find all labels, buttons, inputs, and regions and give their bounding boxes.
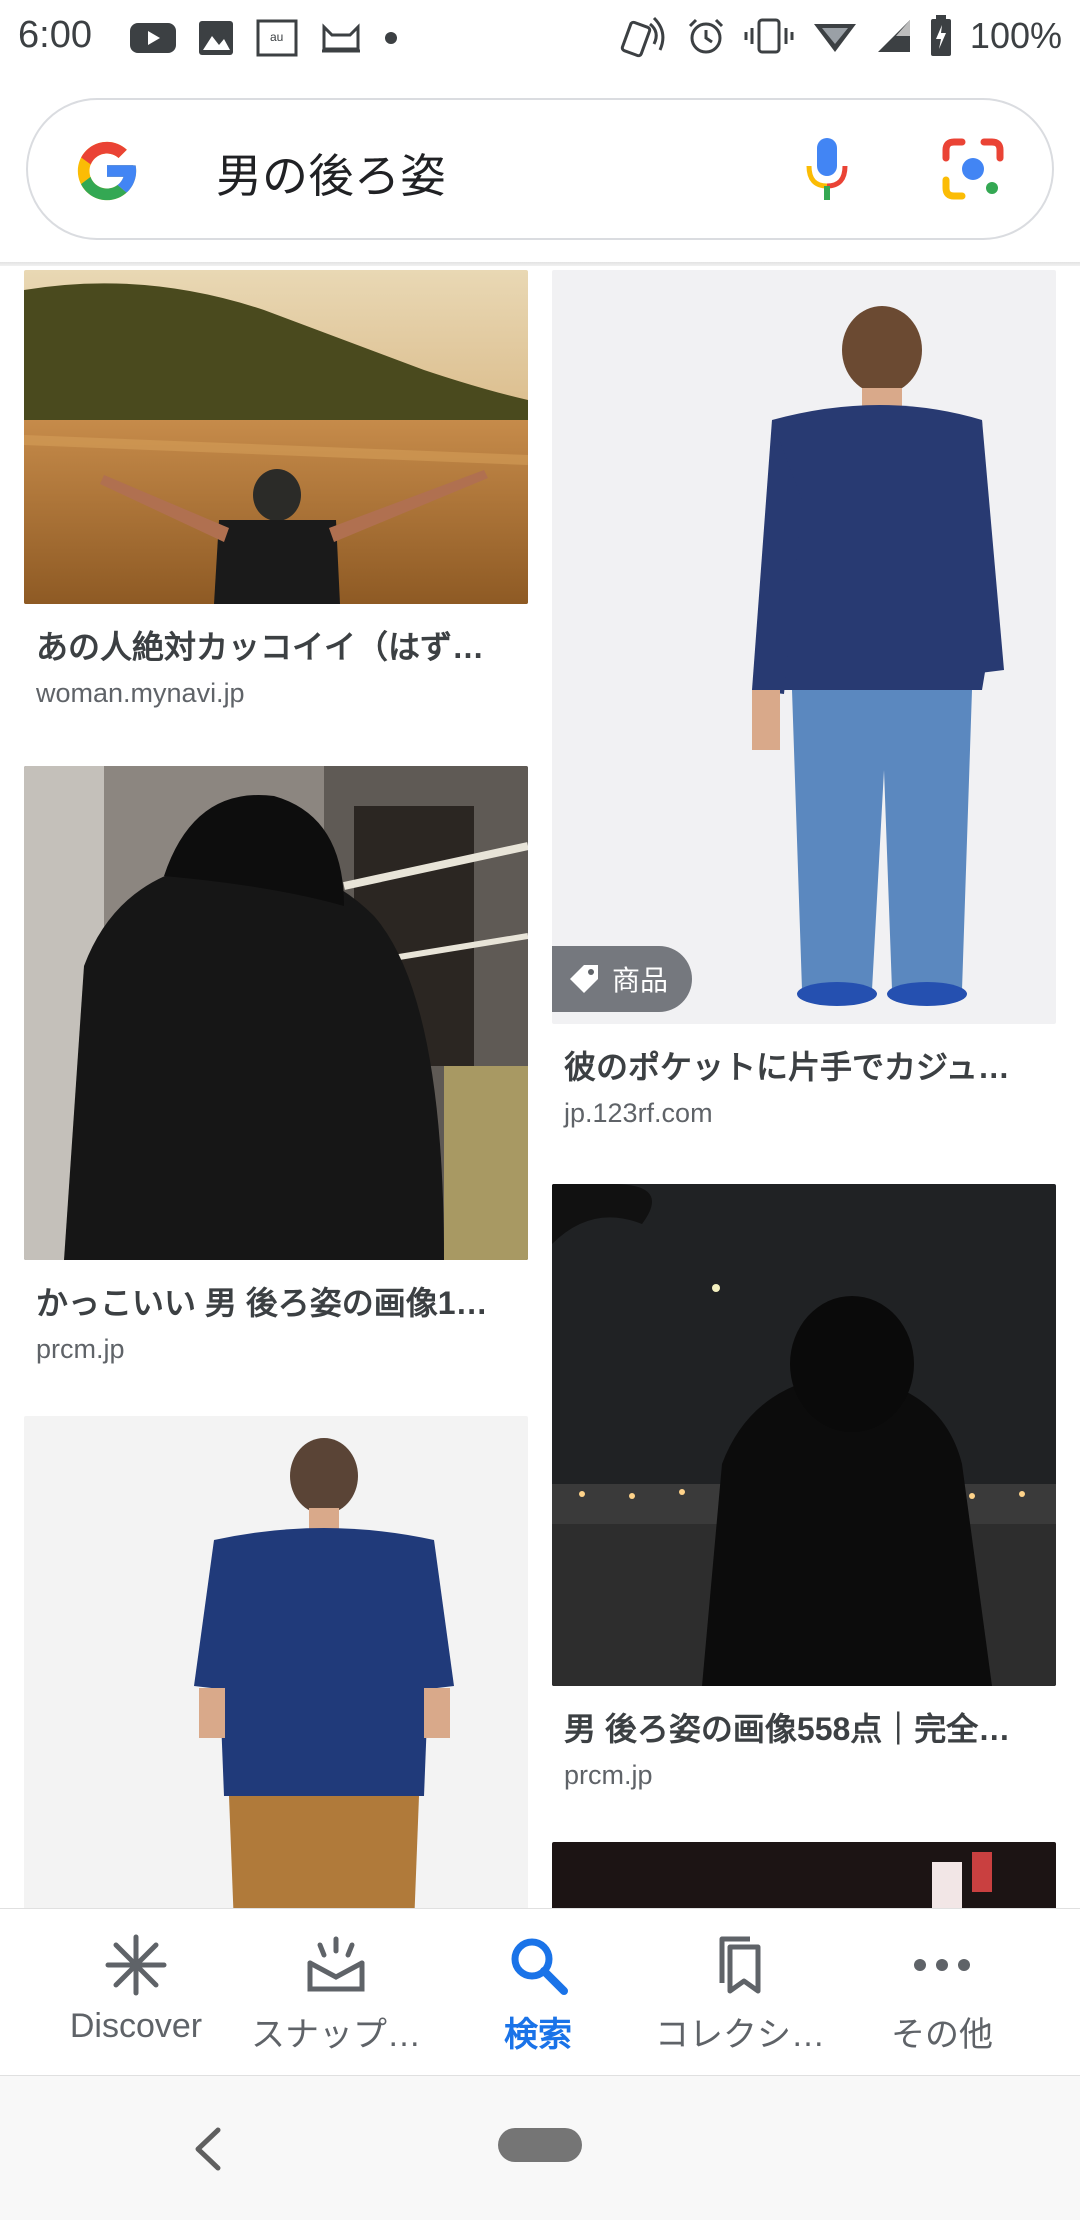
result-domain[interactable]: jp.123rf.com [564, 1098, 1056, 1129]
image-results-grid: あの人絶対カッコイイ（はず… woman.mynavi.jp かっこいい 男 後… [0, 266, 1080, 1908]
alarm-icon [688, 18, 723, 54]
home-pill[interactable] [498, 2128, 582, 2162]
nav-collections[interactable]: コレクシ… [640, 1933, 840, 2056]
nav-snapshot[interactable]: スナップ… [236, 1933, 436, 2056]
nav-label: 検索 [504, 2016, 572, 2054]
badge-label: 商品 [612, 965, 669, 996]
result-card[interactable]: 男 後ろ姿の画像558点｜完全… prcm.jp [552, 1184, 1056, 1791]
result-title[interactable]: 彼のポケットに片手でカジュ… [564, 1042, 1044, 1088]
status-notification-icons: au [130, 18, 398, 58]
asterisk-icon [105, 1934, 167, 1996]
nav-more[interactable]: その他 [842, 1933, 1042, 2056]
au-icon: au [256, 19, 298, 57]
result-image[interactable] [552, 1184, 1056, 1686]
more-icon [914, 1959, 970, 1971]
nav-label: Discover [69, 2007, 203, 2045]
youtube-icon [130, 23, 176, 53]
nfc-icon [620, 16, 665, 58]
image-icon [199, 21, 233, 55]
cat-icon [322, 23, 360, 53]
status-time: 6:00 [18, 14, 92, 56]
system-navigation-bar [0, 2076, 1080, 2220]
result-card[interactable] [24, 1416, 528, 1908]
status-bar: 6:00 au 100% [0, 0, 1080, 74]
result-image[interactable] [24, 270, 528, 604]
nav-discover[interactable]: Discover [36, 1933, 236, 2046]
search-icon [511, 1938, 568, 1995]
status-system-icons: 100% [620, 14, 1062, 58]
result-image[interactable] [24, 766, 528, 1260]
snapshot-icon [307, 1936, 365, 1992]
result-card[interactable]: あの人絶対カッコイイ（はず… woman.mynavi.jp [24, 270, 528, 709]
google-logo[interactable] [72, 136, 142, 206]
svg-text:au: au [270, 30, 283, 44]
wifi-icon [813, 24, 856, 52]
battery-percentage: 100% [969, 15, 1062, 56]
result-title[interactable]: かっこいい 男 後ろ姿の画像1… [36, 1278, 516, 1324]
result-domain[interactable]: prcm.jp [564, 1760, 1056, 1791]
result-title[interactable]: あの人絶対カッコイイ（はず… [36, 622, 516, 668]
search-box[interactable]: 男の後ろ姿 [26, 98, 1054, 240]
result-image[interactable]: 商品 [552, 270, 1056, 1024]
result-card[interactable] [552, 1842, 1056, 1908]
nav-label: コレクシ… [655, 2016, 825, 2054]
nav-search[interactable]: 検索 [438, 1933, 638, 2056]
result-image[interactable] [552, 1842, 1056, 1908]
battery-icon [930, 15, 951, 56]
result-card[interactable]: 商品 彼のポケットに片手でカジュ… jp.123rf.com [552, 270, 1056, 1129]
vibrate-icon [744, 18, 794, 54]
lens-icon[interactable] [940, 136, 1006, 202]
result-card[interactable]: かっこいい 男 後ろ姿の画像1… prcm.jp [24, 766, 528, 1365]
nav-label: その他 [891, 2016, 993, 2054]
dot-icon [385, 32, 397, 44]
search-query[interactable]: 男の後ろ姿 [216, 140, 446, 206]
mic-icon[interactable] [802, 134, 852, 208]
result-image[interactable] [24, 1416, 528, 1908]
search-header: 男の後ろ姿 [0, 74, 1080, 266]
result-domain[interactable]: woman.mynavi.jp [36, 678, 528, 709]
tag-icon [570, 965, 598, 993]
product-badge: 商品 [552, 946, 693, 1012]
collections-icon [719, 1936, 761, 1994]
nav-label: スナップ… [251, 2016, 421, 2054]
result-domain[interactable]: prcm.jp [36, 1334, 528, 1365]
bottom-navigation: Discover スナップ… 検索 コレクシ… その他 [0, 1908, 1080, 2076]
result-title[interactable]: 男 後ろ姿の画像558点｜完全… [564, 1704, 1044, 1750]
signal-icon [877, 20, 910, 52]
back-icon[interactable] [188, 2126, 228, 2172]
